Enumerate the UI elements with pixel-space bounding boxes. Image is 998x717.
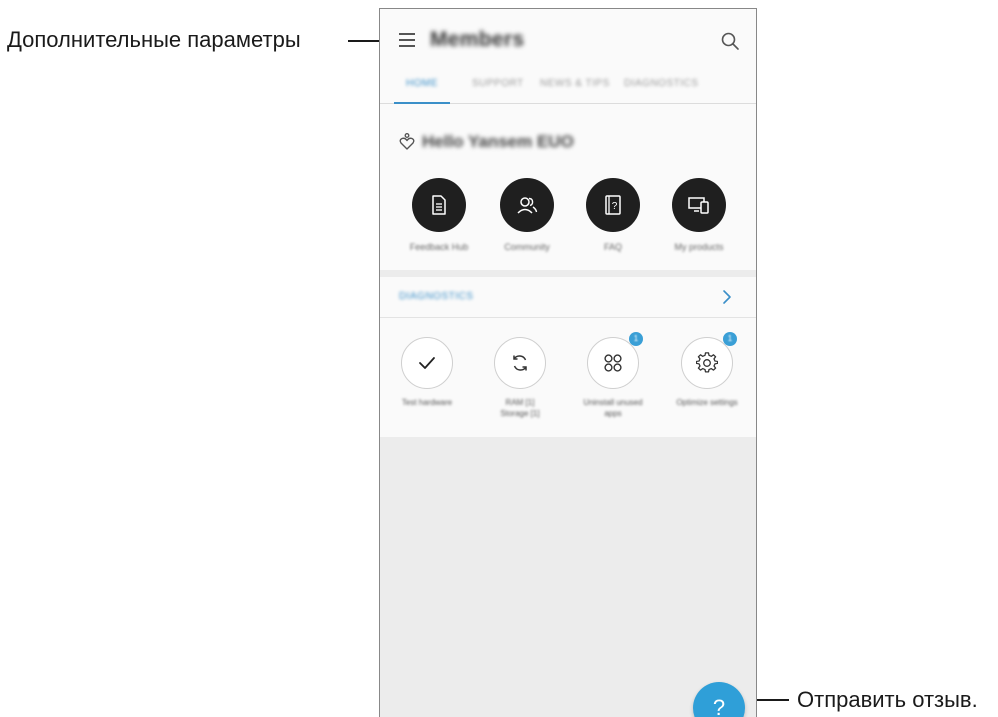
feedback-fab-button[interactable]: ?	[693, 682, 745, 717]
action-label: FAQ	[603, 242, 622, 252]
diagnostic-label: Test hardware	[401, 398, 453, 407]
check-icon	[419, 357, 435, 369]
faq-button[interactable]: ?	[586, 178, 640, 232]
diagnostic-item[interactable]: Test hardware	[382, 337, 472, 408]
callout-send-feedback: Отправить отзыв.	[797, 687, 978, 712]
document-icon	[432, 195, 446, 215]
heart-hand-icon	[399, 133, 415, 150]
feedback-button[interactable]	[412, 178, 466, 232]
tab-diagnostics[interactable]: Diagnostics	[624, 78, 698, 89]
tab-bar: Home Support News & Tips Diagnostics	[380, 65, 756, 104]
diagnostics-title: Diagnostics	[399, 291, 474, 302]
action-my-products[interactable]: My products	[654, 178, 744, 252]
community-button[interactable]	[500, 178, 554, 232]
action-community[interactable]: Community	[482, 178, 572, 252]
manual-page: Дополнительные параметры Отправить отзыв…	[0, 0, 998, 717]
diagnostics-header[interactable]: Diagnostics	[380, 277, 756, 318]
notification-badge: 1	[629, 332, 643, 346]
refresh-icon	[513, 355, 527, 371]
phone-screen: Members Home Support News & Tips Diagnos…	[379, 8, 757, 717]
greeting-text: Hello Yansem EUO	[422, 132, 574, 151]
ram-storage-button[interactable]	[494, 337, 546, 389]
action-label: Feedback Hub	[409, 242, 469, 252]
optimize-settings-button[interactable]: 1	[681, 332, 737, 389]
hamburger-menu-icon[interactable]	[399, 33, 415, 47]
test-hardware-button[interactable]	[401, 337, 453, 389]
app-bar: Members	[380, 9, 756, 65]
gear-icon	[696, 352, 718, 373]
my-products-button[interactable]	[672, 178, 726, 232]
faq-icon: ?	[605, 195, 621, 215]
question-mark-icon: ?	[712, 695, 726, 717]
people-icon	[517, 197, 538, 214]
diagnostic-item[interactable]: 1 Optimize settings	[662, 332, 752, 408]
diagnostic-label: RAM [1] Storage [1]	[500, 398, 540, 418]
uninstall-apps-button[interactable]: 1	[587, 332, 643, 389]
chevron-right-icon[interactable]	[720, 289, 734, 305]
diagnostic-label: Uninstall unused apps	[583, 398, 643, 418]
svg-text:?: ?	[612, 201, 618, 212]
search-icon[interactable]	[720, 31, 740, 51]
diagnostic-label: Optimize settings	[676, 398, 738, 407]
tab-support[interactable]: Support	[472, 78, 524, 89]
tab-news-tips[interactable]: News & Tips	[540, 78, 610, 89]
tab-home[interactable]: Home	[406, 78, 438, 89]
devices-icon	[688, 197, 709, 214]
action-feedback[interactable]: Feedback Hub	[394, 178, 484, 252]
action-faq[interactable]: ? FAQ	[568, 178, 658, 252]
diagnostic-item[interactable]: 1 Uninstall unused apps	[568, 332, 658, 419]
diagnostic-item[interactable]: RAM [1] Storage [1]	[475, 337, 565, 419]
apps-grid-icon	[604, 354, 622, 372]
notification-badge: 1	[723, 332, 737, 346]
diagnostics-card: Diagnostics Test hardware	[380, 277, 756, 437]
app-title: Members	[430, 28, 525, 51]
action-label: My products	[674, 242, 724, 252]
callout-more-options: Дополнительные параметры	[7, 27, 301, 52]
greeting-card: Hello Yansem EUO Feedback Hub Community …	[380, 104, 756, 270]
action-label: Community	[504, 242, 550, 252]
